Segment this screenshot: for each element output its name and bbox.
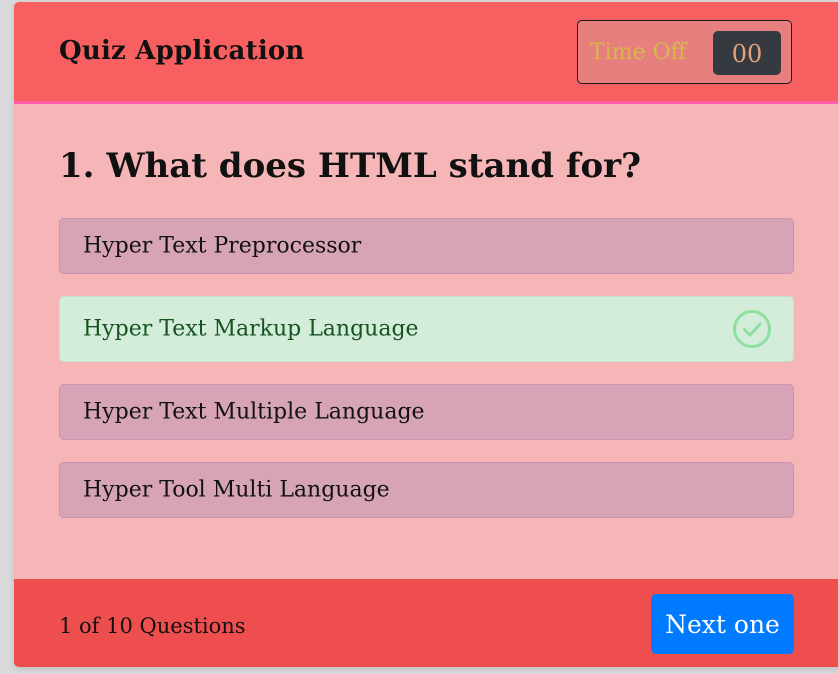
- option-label: Hyper Text Markup Language: [83, 316, 419, 342]
- question-counter: 1 of 10 Questions: [59, 614, 246, 638]
- timer-label: Time Off: [590, 40, 687, 65]
- question-text: 1. What does HTML stand for?: [59, 146, 642, 186]
- option-label: Hyper Text Preprocessor: [83, 233, 362, 259]
- timer-seconds: 00: [713, 31, 781, 75]
- option-1[interactable]: Hyper Text Preprocessor: [59, 218, 794, 274]
- app-title: Quiz Application: [59, 36, 305, 66]
- option-label: Hyper Tool Multi Language: [83, 477, 390, 503]
- check-circle-icon: [733, 310, 771, 348]
- timer: Time Off 00: [577, 20, 792, 84]
- option-2[interactable]: Hyper Text Markup Language: [59, 296, 794, 362]
- quiz-header: Quiz Application Time Off 00: [14, 2, 838, 104]
- option-label: Hyper Text Multiple Language: [83, 399, 425, 425]
- next-button[interactable]: Next one: [651, 594, 794, 654]
- option-4[interactable]: Hyper Tool Multi Language: [59, 462, 794, 518]
- quiz-footer: 1 of 10 Questions Next one: [14, 579, 838, 667]
- quiz-box: Quiz Application Time Off 00 1. What doe…: [14, 2, 838, 667]
- option-3[interactable]: Hyper Text Multiple Language: [59, 384, 794, 440]
